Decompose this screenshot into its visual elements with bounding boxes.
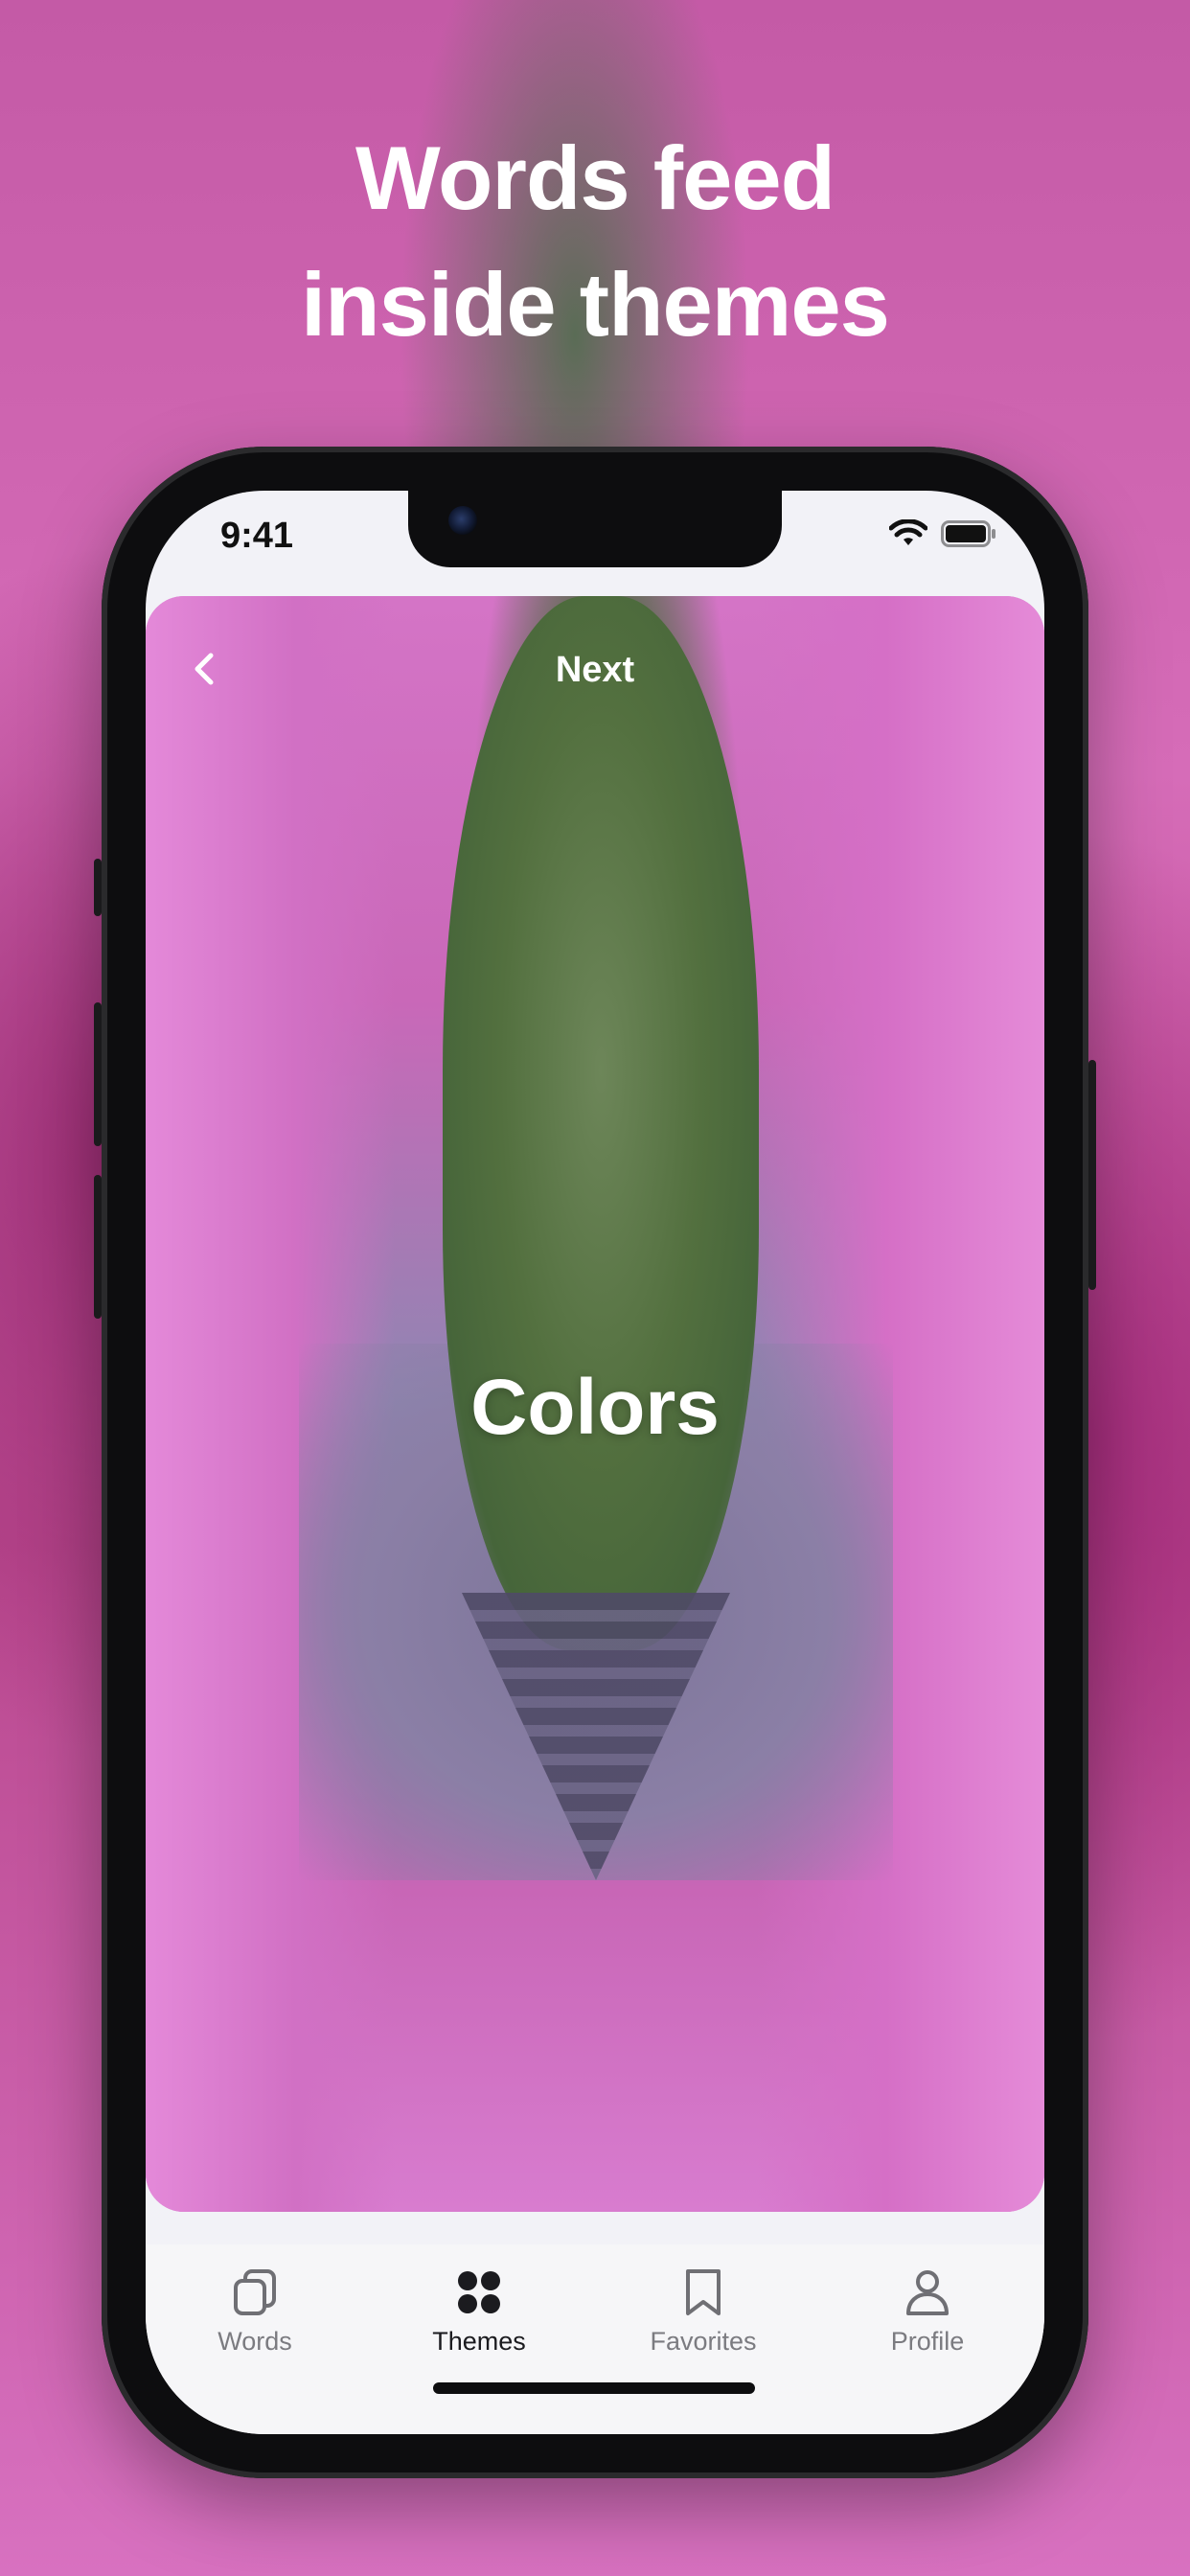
theme-title: Colors xyxy=(470,1364,720,1451)
volume-down-button xyxy=(94,1175,102,1319)
headline-line-1: Words feed xyxy=(355,127,835,228)
person-icon xyxy=(906,2270,949,2315)
cards-icon xyxy=(234,2269,276,2315)
phone-screen: 9:41 Next Colors Words Themes Favorites … xyxy=(146,491,1044,2434)
bookmark-icon xyxy=(686,2269,721,2315)
tab-profile[interactable]: Profile xyxy=(832,2264,1023,2369)
tab-label: Profile xyxy=(890,2327,965,2356)
grid-dots-icon xyxy=(458,2271,500,2313)
notch xyxy=(408,491,782,567)
phone-frame: 9:41 Next Colors Words Themes Favorites … xyxy=(94,447,1096,2478)
status-time: 9:41 xyxy=(220,516,294,556)
power-button xyxy=(1088,1060,1096,1290)
tab-favorites[interactable]: Favorites xyxy=(607,2264,799,2369)
wifi-icon xyxy=(889,519,927,545)
promo-headline: Words feed inside themes xyxy=(0,115,1190,368)
volume-up-button xyxy=(94,1002,102,1146)
tab-label: Themes xyxy=(432,2327,526,2356)
battery-icon xyxy=(941,520,995,547)
status-icons xyxy=(889,519,996,548)
tab-words[interactable]: Words xyxy=(159,2264,351,2369)
cypress-tree xyxy=(443,596,759,1650)
theme-card[interactable]: Next Colors xyxy=(146,596,1044,2212)
tab-label: Words xyxy=(217,2327,292,2356)
tab-label: Favorites xyxy=(650,2327,757,2356)
tab-bar: Words Themes Favorites Profile xyxy=(146,2244,1044,2434)
tab-themes[interactable]: Themes xyxy=(383,2264,575,2369)
headline-line-2: inside themes xyxy=(301,254,890,355)
camera-icon xyxy=(448,506,477,535)
nav-title[interactable]: Next xyxy=(146,650,1044,691)
mute-switch xyxy=(94,859,102,916)
home-indicator[interactable] xyxy=(433,2382,755,2394)
